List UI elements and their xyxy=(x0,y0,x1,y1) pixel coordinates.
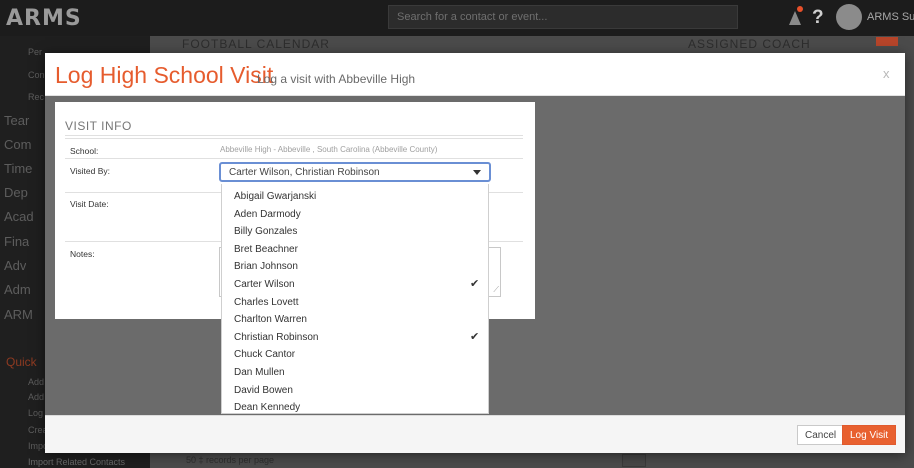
divider xyxy=(65,138,523,139)
sidebar-item[interactable]: Fina xyxy=(4,234,29,249)
sidebar-item[interactable]: ARM xyxy=(4,307,33,322)
dropdown-option-label: Dean Kennedy xyxy=(234,402,301,414)
dropdown-option-label: Billy Gonzales xyxy=(234,226,298,238)
background-menu-button[interactable] xyxy=(622,454,646,467)
help-icon[interactable]: ? xyxy=(812,7,824,29)
dropdown-option[interactable]: Dan Mullen xyxy=(222,364,488,381)
check-icon: ✔ xyxy=(470,278,480,290)
sidebar-item[interactable]: Time xyxy=(4,161,32,176)
arms-logo[interactable]: ARMS xyxy=(6,6,82,31)
sidebar-item[interactable]: Com xyxy=(4,137,31,152)
sidebar-item[interactable]: Adv xyxy=(4,258,26,273)
dropdown-option[interactable]: Bret Beachner xyxy=(222,241,488,258)
resize-handle-icon[interactable]: ⟋ xyxy=(493,285,499,295)
dropdown-option[interactable]: Aden Darmody xyxy=(222,206,488,223)
sidebar-item[interactable]: Log xyxy=(28,408,43,418)
dropdown-option-label: David Bowen xyxy=(234,384,293,396)
school-label: School: xyxy=(70,146,99,156)
visit-date-label: Visit Date: xyxy=(70,199,109,209)
modal-title: Log High School Visit xyxy=(55,62,274,88)
assigned-coach-heading: ASSIGNED COACH xyxy=(688,37,811,51)
visited-by-dropdown-list[interactable]: Abigail Gwarjanski Aden Darmody Billy Gonz… xyxy=(221,184,489,414)
dropdown-option-label: Chuck Cantor xyxy=(234,349,296,361)
sidebar-item[interactable]: Adm xyxy=(4,282,31,297)
visited-by-select[interactable]: Carter Wilson, Christian Robinson xyxy=(219,162,491,182)
caret-down-icon xyxy=(473,170,481,175)
sidebar-item[interactable]: Add xyxy=(28,392,44,402)
sidebar-item[interactable]: Per xyxy=(28,47,42,57)
divider xyxy=(65,158,523,159)
close-icon[interactable]: x xyxy=(883,66,890,81)
contact-search-input[interactable]: Search for a contact or event... xyxy=(388,5,738,29)
dropdown-option[interactable]: Chuck Cantor xyxy=(222,346,488,363)
dropdown-option-label: Carter Wilson xyxy=(234,279,295,290)
visited-by-label: Visited By: xyxy=(70,166,111,176)
log-visit-button[interactable]: Log Visit xyxy=(842,425,897,445)
dropdown-option-label: Christian Robinson xyxy=(234,331,319,343)
sidebar-item[interactable]: Acad xyxy=(4,209,34,224)
divider xyxy=(65,135,523,136)
top-bar: ARMS Search for a contact or event... ? … xyxy=(0,0,914,36)
football-calendar-heading: FOOTBALL CALENDAR xyxy=(182,37,330,51)
avatar[interactable] xyxy=(836,4,862,30)
dropdown-option-label: Dan Mullen xyxy=(234,367,285,378)
dropdown-option[interactable]: Carter Wilson ✔ xyxy=(222,276,488,293)
visited-by-value: Carter Wilson, Christian Robinson xyxy=(229,167,380,178)
dropdown-option[interactable]: Christian Robinson ✔ xyxy=(222,329,488,346)
modal-footer: Cancel Log Visit xyxy=(45,415,905,453)
dropdown-option[interactable]: Charles Lovett xyxy=(222,294,488,311)
cancel-button[interactable]: Cancel xyxy=(797,425,845,445)
modal-header: Log High School Visit Log a visit with A… xyxy=(45,53,905,96)
sidebar-item[interactable]: Add xyxy=(28,377,44,387)
dropdown-option[interactable]: Brian Johnson xyxy=(222,258,488,275)
school-value: Abbeville High - Abbeville , South Carol… xyxy=(220,145,438,154)
sidebar-item[interactable]: Dep xyxy=(4,185,28,200)
dropdown-option[interactable]: Abigail Gwarjanski xyxy=(222,188,488,205)
sidebar-quick-heading: Quick xyxy=(6,355,37,369)
background-action-button[interactable] xyxy=(876,37,898,46)
visit-info-heading: VISIT INFO xyxy=(65,119,132,133)
notification-dot xyxy=(797,6,803,12)
dropdown-option-label: Bret Beachner xyxy=(234,243,298,255)
dropdown-option-label: Brian Johnson xyxy=(234,261,298,273)
sidebar-item[interactable]: Tear xyxy=(4,113,29,128)
dropdown-option[interactable]: Dean Kennedy xyxy=(222,399,488,414)
dropdown-option[interactable]: Billy Gonzales xyxy=(222,223,488,240)
sidebar-item[interactable]: Rec xyxy=(28,92,44,102)
check-icon: ✔ xyxy=(470,330,480,343)
sidebar-item[interactable]: Con xyxy=(28,70,45,80)
sidebar-item-import-related-contacts[interactable]: Import Related Contacts xyxy=(28,457,125,467)
dropdown-option-label: Charlton Warren xyxy=(234,314,307,326)
dropdown-option-label: Aden Darmody xyxy=(234,208,301,220)
dropdown-option[interactable]: Charlton Warren xyxy=(222,311,488,328)
modal-subtitle: Log a visit with Abbeville High xyxy=(257,72,416,86)
dropdown-option[interactable]: David Bowen xyxy=(222,382,488,399)
records-per-page[interactable]: 50 ‡ records per page xyxy=(186,455,274,465)
dropdown-option-label: Charles Lovett xyxy=(234,296,299,308)
dropdown-option-label: Abigail Gwarjanski xyxy=(234,191,317,202)
notification-bell-icon[interactable] xyxy=(789,11,801,25)
notes-label: Notes: xyxy=(70,249,95,259)
user-name[interactable]: ARMS Supp xyxy=(867,11,914,23)
